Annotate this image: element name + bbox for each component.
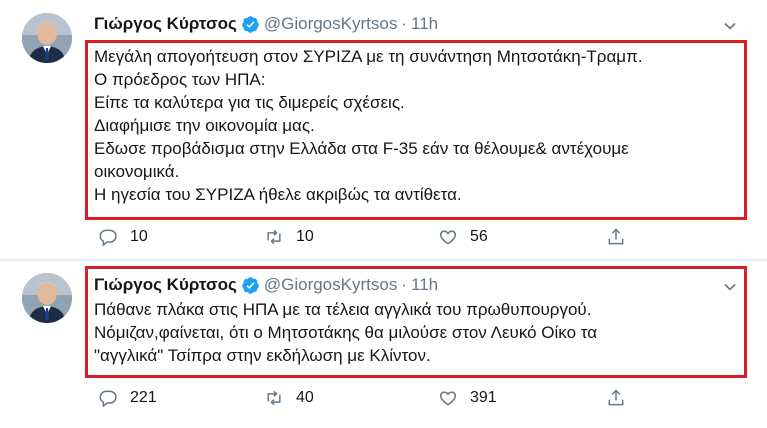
like-count: 56 xyxy=(470,228,488,245)
like-icon xyxy=(439,391,457,406)
author-name[interactable]: Γιώργος Κύρτσος xyxy=(94,14,237,34)
verified-badge-icon xyxy=(242,15,259,33)
reply-count: 221 xyxy=(130,389,157,406)
retweet-count: 40 xyxy=(296,389,314,406)
tweet-text-line: "αγγλικά" Τσίπρα στην εκδήλωση με Κλίντο… xyxy=(94,346,431,365)
reply-icon xyxy=(99,229,117,247)
share-button[interactable] xyxy=(606,226,626,248)
tweet-1-text: Μεγάλη απογοήτευση στον ΣΥΡΙΖΑ με τη συν… xyxy=(94,45,643,206)
author-handle[interactable]: @GiorgosKyrtsos xyxy=(264,14,397,34)
retweet-icon xyxy=(267,229,281,245)
tweet-text-line: Πάθανε πλάκα στις ΗΠΑ με τα τέλεια αγγλι… xyxy=(94,300,592,319)
avatar-portrait xyxy=(22,273,72,323)
retweet-count: 10 xyxy=(296,228,314,245)
tweet-2-text: Πάθανε πλάκα στις ΗΠΑ με τα τέλεια αγγλι… xyxy=(94,298,597,367)
separator-dot: · xyxy=(401,14,407,33)
tweet-text-line: Νόμιζαν,φαίνεται, ότι ο Μητσοτάκης θα μι… xyxy=(94,323,598,342)
chevron-down-icon[interactable] xyxy=(722,18,738,34)
tweet-text-line: Ο πρόεδρος των ΗΠΑ: xyxy=(94,70,266,89)
avatar-portrait xyxy=(22,13,72,63)
avatar[interactable] xyxy=(22,13,72,63)
reply-icon xyxy=(99,390,117,408)
like-button[interactable]: 391 xyxy=(438,387,497,409)
tweet-text-line: οικονομικά. xyxy=(94,162,180,181)
tweet-text-line: Είπε τα καλύτερα για τις διμερείς σχέσει… xyxy=(94,93,405,112)
tweet-text-line: Η ηγεσία του ΣΥΡΙΖΑ ήθελε ακριβώς τα αντ… xyxy=(94,185,462,204)
reply-button[interactable]: 221 xyxy=(98,387,157,409)
share-icon xyxy=(608,228,624,245)
like-button[interactable]: 56 xyxy=(438,226,488,248)
retweet-icon xyxy=(267,390,281,406)
tweet-text-line: Εδωσε προβάδισμα στην Ελλάδα στα F-35 εά… xyxy=(94,139,629,158)
retweet-button[interactable]: 10 xyxy=(264,226,314,248)
tweet-text-line: Διαφήμισε την οικονομία μας. xyxy=(94,116,315,135)
reply-button[interactable]: 10 xyxy=(98,226,148,248)
retweet-button[interactable]: 40 xyxy=(264,387,314,409)
share-button[interactable] xyxy=(606,387,626,409)
share-icon xyxy=(608,389,624,406)
timestamp[interactable]: 11h xyxy=(411,14,438,34)
reply-count: 10 xyxy=(130,228,148,245)
tweet-text-line: Μεγάλη απογοήτευση στον ΣΥΡΙΖΑ με τη συν… xyxy=(94,47,643,66)
like-count: 391 xyxy=(470,389,497,406)
like-icon xyxy=(439,230,457,245)
tweet-1-header: Γιώργος Κύρτσος @GiorgosKyrtsos · 11h xyxy=(94,12,438,36)
avatar[interactable] xyxy=(22,273,72,323)
